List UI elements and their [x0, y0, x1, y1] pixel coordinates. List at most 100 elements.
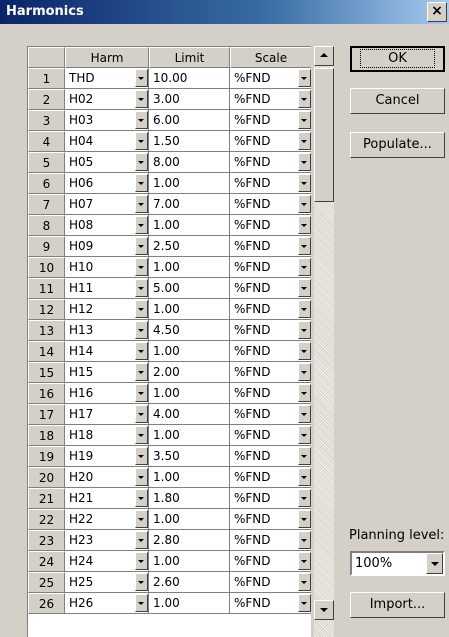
chevron-down-icon[interactable] — [135, 300, 148, 318]
ok-button[interactable]: OK — [350, 46, 445, 72]
populate-button[interactable]: Populate... — [350, 132, 445, 158]
limit-cell[interactable]: 2.80 — [149, 530, 230, 551]
chevron-down-icon[interactable] — [135, 342, 148, 360]
scale-cell[interactable]: %FND — [230, 488, 311, 509]
harm-cell[interactable]: H16 — [65, 383, 149, 404]
chevron-down-icon[interactable] — [135, 531, 148, 549]
harm-cell[interactable]: H06 — [65, 173, 149, 194]
limit-cell[interactable]: 4.50 — [149, 320, 230, 341]
limit-cell[interactable]: 5.00 — [149, 278, 230, 299]
limit-cell[interactable]: 1.00 — [149, 215, 230, 236]
limit-cell[interactable]: 6.00 — [149, 110, 230, 131]
scale-cell[interactable]: %FND — [230, 530, 311, 551]
chevron-down-icon[interactable] — [135, 195, 148, 213]
scale-cell[interactable]: %FND — [230, 110, 311, 131]
title-bar[interactable]: Harmonics × — [0, 0, 449, 24]
harm-cell[interactable]: H23 — [65, 530, 149, 551]
limit-cell[interactable]: 1.00 — [149, 257, 230, 278]
chevron-down-icon[interactable] — [298, 195, 311, 213]
chevron-down-icon[interactable] — [135, 489, 148, 507]
chevron-down-icon[interactable] — [298, 510, 311, 528]
limit-cell[interactable]: 1.00 — [149, 467, 230, 488]
row-number[interactable]: 18 — [28, 425, 65, 446]
row-number[interactable]: 6 — [28, 173, 65, 194]
scale-cell[interactable]: %FND — [230, 572, 311, 593]
harm-cell[interactable]: H02 — [65, 89, 149, 110]
limit-cell[interactable]: 1.00 — [149, 551, 230, 572]
limit-cell[interactable]: 1.00 — [149, 509, 230, 530]
harm-cell[interactable]: H25 — [65, 572, 149, 593]
limit-cell[interactable]: 1.80 — [149, 488, 230, 509]
chevron-down-icon[interactable] — [135, 321, 148, 339]
chevron-down-icon[interactable] — [298, 594, 311, 612]
planning-level-select[interactable]: 100% — [350, 551, 445, 576]
chevron-down-icon[interactable] — [298, 216, 311, 234]
chevron-down-icon[interactable] — [298, 342, 311, 360]
row-number[interactable]: 9 — [28, 236, 65, 257]
grid-scrollbar[interactable] — [314, 46, 334, 637]
row-number[interactable]: 23 — [28, 530, 65, 551]
chevron-down-icon[interactable] — [135, 258, 148, 276]
limit-cell[interactable]: 2.60 — [149, 572, 230, 593]
row-number[interactable]: 26 — [28, 593, 65, 614]
cancel-button[interactable]: Cancel — [350, 88, 445, 114]
chevron-down-icon[interactable] — [298, 363, 311, 381]
chevron-down-icon[interactable] — [135, 132, 148, 150]
harm-cell[interactable]: H12 — [65, 299, 149, 320]
chevron-down-icon[interactable] — [298, 321, 311, 339]
harm-cell[interactable]: H07 — [65, 194, 149, 215]
scale-cell[interactable]: %FND — [230, 257, 311, 278]
scale-cell[interactable]: %FND — [230, 362, 311, 383]
row-number[interactable]: 15 — [28, 362, 65, 383]
chevron-down-icon[interactable] — [135, 69, 148, 87]
chevron-down-icon[interactable] — [135, 426, 148, 444]
scale-cell[interactable]: %FND — [230, 467, 311, 488]
scale-cell[interactable]: %FND — [230, 320, 311, 341]
row-number[interactable]: 17 — [28, 404, 65, 425]
scale-cell[interactable]: %FND — [230, 152, 311, 173]
scale-cell[interactable]: %FND — [230, 551, 311, 572]
chevron-down-icon[interactable] — [298, 489, 311, 507]
chevron-down-icon[interactable] — [298, 552, 311, 570]
row-number[interactable]: 2 — [28, 89, 65, 110]
harm-cell[interactable]: H10 — [65, 257, 149, 278]
scale-cell[interactable]: %FND — [230, 425, 311, 446]
harm-cell[interactable]: H22 — [65, 509, 149, 530]
chevron-down-icon[interactable] — [298, 258, 311, 276]
row-number[interactable]: 11 — [28, 278, 65, 299]
harm-cell[interactable]: H13 — [65, 320, 149, 341]
chevron-down-icon[interactable] — [135, 216, 148, 234]
limit-cell[interactable]: 3.00 — [149, 89, 230, 110]
limit-cell[interactable]: 1.00 — [149, 173, 230, 194]
scale-cell[interactable]: %FND — [230, 89, 311, 110]
limit-cell[interactable]: 1.00 — [149, 341, 230, 362]
harm-cell[interactable]: H15 — [65, 362, 149, 383]
chevron-down-icon[interactable] — [135, 279, 148, 297]
scale-cell[interactable]: %FND — [230, 509, 311, 530]
limit-cell[interactable]: 8.00 — [149, 152, 230, 173]
chevron-down-icon[interactable] — [298, 153, 311, 171]
chevron-down-icon[interactable] — [298, 468, 311, 486]
scroll-down-icon[interactable] — [314, 600, 334, 620]
harm-cell[interactable]: H24 — [65, 551, 149, 572]
row-number[interactable]: 25 — [28, 572, 65, 593]
row-number[interactable]: 12 — [28, 299, 65, 320]
scale-cell[interactable]: %FND — [230, 341, 311, 362]
scale-cell[interactable]: %FND — [230, 173, 311, 194]
limit-cell[interactable]: 7.00 — [149, 194, 230, 215]
harm-cell[interactable]: H09 — [65, 236, 149, 257]
harm-cell[interactable]: H11 — [65, 278, 149, 299]
scale-cell[interactable]: %FND — [230, 194, 311, 215]
scroll-up-icon[interactable] — [314, 46, 334, 66]
chevron-down-icon[interactable] — [298, 237, 311, 255]
chevron-down-icon[interactable] — [298, 111, 311, 129]
chevron-down-icon[interactable] — [135, 573, 148, 591]
chevron-down-icon[interactable] — [135, 90, 148, 108]
chevron-down-icon[interactable] — [135, 594, 148, 612]
chevron-down-icon[interactable] — [135, 363, 148, 381]
harm-cell[interactable]: H04 — [65, 131, 149, 152]
chevron-down-icon[interactable] — [135, 447, 148, 465]
row-number[interactable]: 16 — [28, 383, 65, 404]
scale-cell[interactable]: %FND — [230, 68, 311, 89]
harm-cell[interactable]: H20 — [65, 467, 149, 488]
